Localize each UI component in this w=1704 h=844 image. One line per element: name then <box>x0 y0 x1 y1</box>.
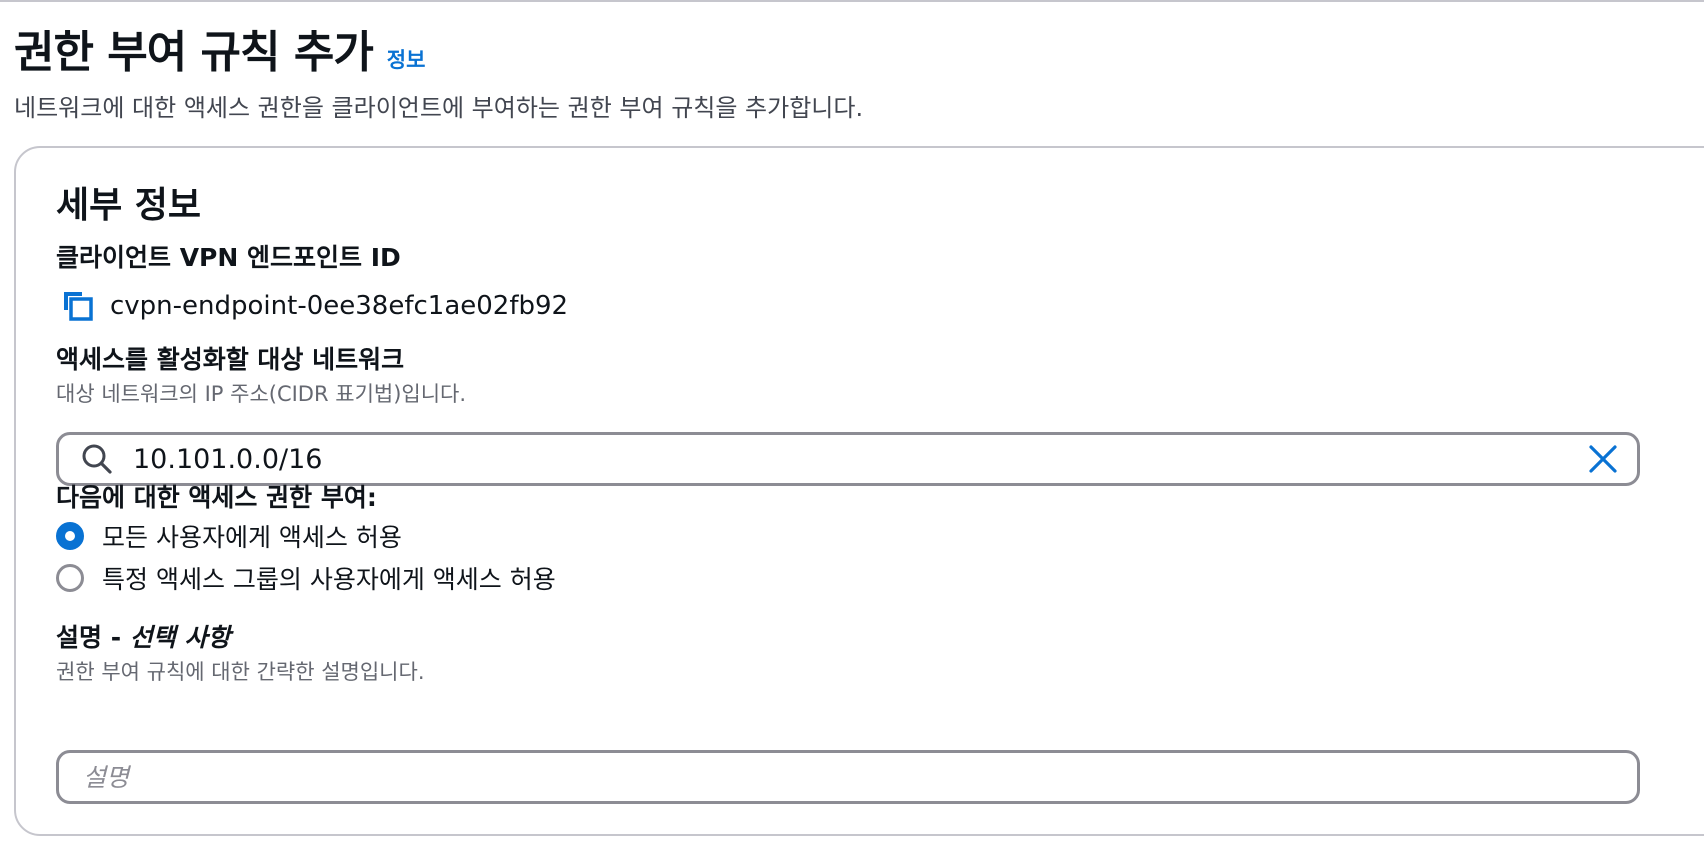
page-header: 권한 부여 규칙 추가 정보 네트워크에 대한 액세스 권한을 클라이언트에 부… <box>14 16 863 123</box>
grant-access-label: 다음에 대한 액세스 권한 부여: <box>56 483 377 512</box>
details-container: 세부 정보 클라이언트 VPN 엔드포인트 ID cvpn-endpoint-0… <box>14 146 1704 836</box>
description-label-main: 설명 - <box>56 623 130 652</box>
endpoint-id-value: cvpn-endpoint-0ee38efc1ae02fb92 <box>110 291 569 321</box>
search-icon <box>82 444 112 474</box>
description-label: 설명 - 선택 사항 <box>56 618 231 654</box>
target-network-input[interactable] <box>133 443 1587 475</box>
page-description: 네트워크에 대한 액세스 권한을 클라이언트에 부여하는 권한 부여 규칙을 추… <box>14 94 864 122</box>
info-link[interactable]: 정보 <box>387 44 426 74</box>
radio-button-checked[interactable] <box>56 522 84 550</box>
copy-icon[interactable] <box>60 288 96 324</box>
endpoint-id-row: cvpn-endpoint-0ee38efc1ae02fb92 <box>60 288 568 324</box>
target-network-label: 액세스를 활성화할 대상 네트워크 <box>56 345 405 374</box>
radio-label-all-users: 모든 사용자에게 액세스 허용 <box>102 523 402 552</box>
description-field <box>56 750 1640 804</box>
radio-specific-group[interactable]: 특정 액세스 그룹의 사용자에게 액세스 허용 <box>56 560 556 596</box>
description-input[interactable] <box>59 762 1637 792</box>
radio-label-specific-group: 특정 액세스 그룹의 사용자에게 액세스 허용 <box>102 565 556 594</box>
description-label-optional: 선택 사항 <box>129 623 231 652</box>
top-divider <box>0 0 1704 2</box>
target-network-description: 대상 네트워크의 IP 주소(CIDR 표기법)입니다. <box>56 382 467 406</box>
clear-icon[interactable] <box>1587 443 1619 475</box>
radio-button-unchecked[interactable] <box>56 564 84 592</box>
title-row: 권한 부여 규칙 추가 정보 <box>14 16 863 80</box>
description-help-text: 권한 부여 규칙에 대한 간략한 설명입니다. <box>56 660 425 684</box>
radio-all-users[interactable]: 모든 사용자에게 액세스 허용 <box>56 518 402 554</box>
page-title: 권한 부여 규칙 추가 <box>14 27 374 78</box>
section-title: 세부 정보 <box>56 185 202 226</box>
endpoint-id-label: 클라이언트 VPN 엔드포인트 ID <box>56 243 401 272</box>
